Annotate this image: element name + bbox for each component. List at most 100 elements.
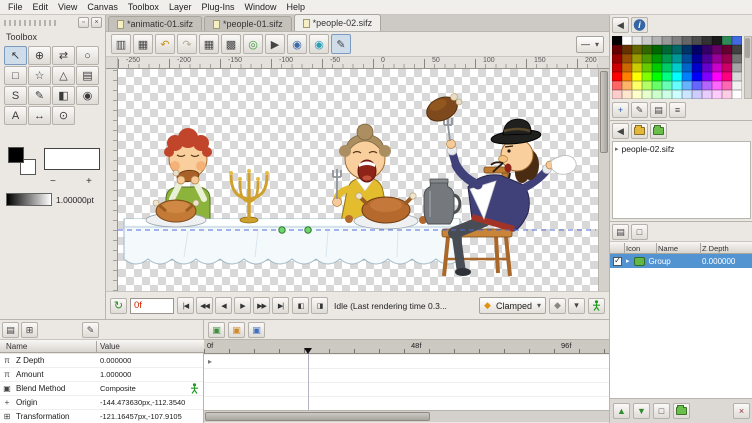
palette-color[interactable] bbox=[732, 63, 742, 72]
palette-color[interactable] bbox=[682, 54, 692, 63]
palette-color[interactable] bbox=[732, 81, 742, 90]
prev-frame-button[interactable]: ◀ bbox=[215, 297, 232, 314]
new-layer-button[interactable]: □ bbox=[653, 403, 670, 419]
palette-color[interactable] bbox=[652, 63, 662, 72]
palette-color[interactable] bbox=[692, 81, 702, 90]
transform-tool[interactable]: ↖ bbox=[4, 46, 27, 65]
palette-color[interactable] bbox=[612, 72, 622, 81]
palette-color[interactable] bbox=[712, 45, 722, 54]
palette-color[interactable] bbox=[672, 72, 682, 81]
palette-color[interactable] bbox=[702, 54, 712, 63]
param-row[interactable]: πZ Depth0.000000 bbox=[0, 354, 203, 368]
palette-color[interactable] bbox=[652, 54, 662, 63]
palette-color[interactable] bbox=[672, 63, 682, 72]
scrollbar-thumb[interactable] bbox=[600, 71, 608, 153]
palette-color[interactable] bbox=[642, 63, 652, 72]
palette-color[interactable] bbox=[722, 54, 732, 63]
expander-icon[interactable]: ▸ bbox=[208, 357, 212, 366]
new-folder-button[interactable] bbox=[650, 123, 667, 139]
palette-color[interactable] bbox=[642, 36, 652, 45]
palette-color[interactable] bbox=[702, 63, 712, 72]
palette-color[interactable] bbox=[642, 81, 652, 90]
palette-color[interactable] bbox=[732, 45, 742, 54]
palette-color[interactable] bbox=[632, 45, 642, 54]
palette-color[interactable] bbox=[722, 72, 732, 81]
timebar-ruler[interactable]: 0f48f96f bbox=[204, 339, 609, 354]
seek-begin-button[interactable]: |◀ bbox=[177, 297, 194, 314]
palette-color[interactable] bbox=[652, 81, 662, 90]
menu-window[interactable]: Window bbox=[239, 1, 281, 13]
width-tool[interactable]: ↔ bbox=[28, 106, 51, 125]
palette-color[interactable] bbox=[702, 36, 712, 45]
palette-color[interactable] bbox=[612, 63, 622, 72]
tab-children[interactable]: ⊞ bbox=[21, 322, 38, 338]
animate-mode-button[interactable] bbox=[588, 298, 605, 314]
vertical-ruler[interactable] bbox=[106, 69, 118, 291]
menu-help[interactable]: Help bbox=[282, 1, 311, 13]
lower-layer-button[interactable]: ▼ bbox=[633, 403, 650, 419]
preview-button[interactable]: ▦ bbox=[133, 34, 153, 54]
zoom-tool[interactable]: ⊙ bbox=[52, 106, 75, 125]
palette-color[interactable] bbox=[692, 72, 702, 81]
palette-color[interactable] bbox=[712, 54, 722, 63]
param-row[interactable]: +Origin-144.473630px,-112.3540 bbox=[0, 396, 203, 410]
column-header-icon[interactable]: Icon bbox=[626, 244, 640, 253]
raise-layer-button[interactable]: ▲ bbox=[613, 403, 630, 419]
palette-color[interactable] bbox=[672, 45, 682, 54]
render-button[interactable]: ▥ bbox=[111, 34, 131, 54]
quality-combo[interactable]: — ▾ bbox=[576, 36, 604, 53]
loop-button[interactable]: ↻ bbox=[110, 298, 127, 314]
palette-color[interactable] bbox=[632, 90, 642, 99]
file-row[interactable]: ▸ people-02.sifz bbox=[613, 142, 750, 155]
undo-button[interactable]: ↶ bbox=[155, 34, 175, 54]
past-keyframe-lock-button[interactable]: ◧ bbox=[292, 297, 309, 314]
palette-color[interactable] bbox=[662, 54, 672, 63]
palette-color[interactable] bbox=[722, 81, 732, 90]
future-keyframe-lock-button[interactable]: ◨ bbox=[311, 297, 328, 314]
palette-color[interactable] bbox=[702, 90, 712, 99]
palette-color[interactable] bbox=[612, 90, 622, 99]
palette-color[interactable] bbox=[692, 90, 702, 99]
mirror-tool[interactable]: ⇄ bbox=[52, 46, 75, 65]
eyedrop-tool[interactable]: ◉ bbox=[76, 86, 99, 105]
next-keyframe-button[interactable]: ▶▶ bbox=[253, 297, 270, 314]
edit-mode-button[interactable]: ✎ bbox=[331, 34, 351, 54]
palette-color[interactable] bbox=[712, 90, 722, 99]
play-button[interactable]: ▶ bbox=[234, 297, 251, 314]
palette-color[interactable] bbox=[682, 36, 692, 45]
palette-color[interactable] bbox=[662, 36, 672, 45]
panel-detach-icon[interactable]: ▫ bbox=[78, 17, 89, 28]
menu-layer[interactable]: Layer bbox=[164, 1, 197, 13]
increase-width-button[interactable]: + bbox=[86, 176, 92, 187]
draw-tool[interactable]: ✎ bbox=[28, 86, 51, 105]
interpolation-combo[interactable]: ◆ Clamped ▾ bbox=[479, 297, 546, 314]
past-onion-button[interactable]: ◉ bbox=[287, 34, 307, 54]
param-row[interactable]: πAmount1.000000 bbox=[0, 368, 203, 382]
future-onion-button[interactable]: ◉ bbox=[309, 34, 329, 54]
palette-color[interactable] bbox=[632, 72, 642, 81]
seek-end-button[interactable]: ▶| bbox=[272, 297, 289, 314]
palette-color[interactable] bbox=[642, 54, 652, 63]
palette-color[interactable] bbox=[702, 72, 712, 81]
palette-color[interactable] bbox=[612, 81, 622, 90]
palette-color[interactable] bbox=[632, 81, 642, 90]
menu-edit[interactable]: Edit bbox=[28, 1, 54, 13]
palette-color[interactable] bbox=[722, 45, 732, 54]
palette-color[interactable] bbox=[682, 90, 692, 99]
palette-color[interactable] bbox=[622, 54, 632, 63]
expander-icon[interactable]: ▸ bbox=[615, 145, 619, 153]
palette-color[interactable] bbox=[662, 63, 672, 72]
palette-color[interactable] bbox=[672, 36, 682, 45]
palette-color[interactable] bbox=[682, 72, 692, 81]
palette-color[interactable] bbox=[732, 90, 742, 99]
palette-color[interactable] bbox=[732, 72, 742, 81]
horizontal-ruler[interactable]: -250-200-150-100-50050100150200 bbox=[118, 57, 598, 69]
palette-color[interactable] bbox=[712, 72, 722, 81]
column-header-name[interactable]: Name bbox=[658, 244, 678, 253]
text-tool[interactable]: A bbox=[4, 106, 27, 125]
palette-color[interactable] bbox=[622, 81, 632, 90]
tab-parameters[interactable]: ▤ bbox=[2, 322, 19, 338]
palette-color[interactable] bbox=[712, 63, 722, 72]
tab-people02sifz[interactable]: *people-02.sifz bbox=[294, 14, 382, 31]
menu-file[interactable]: File bbox=[3, 1, 28, 13]
